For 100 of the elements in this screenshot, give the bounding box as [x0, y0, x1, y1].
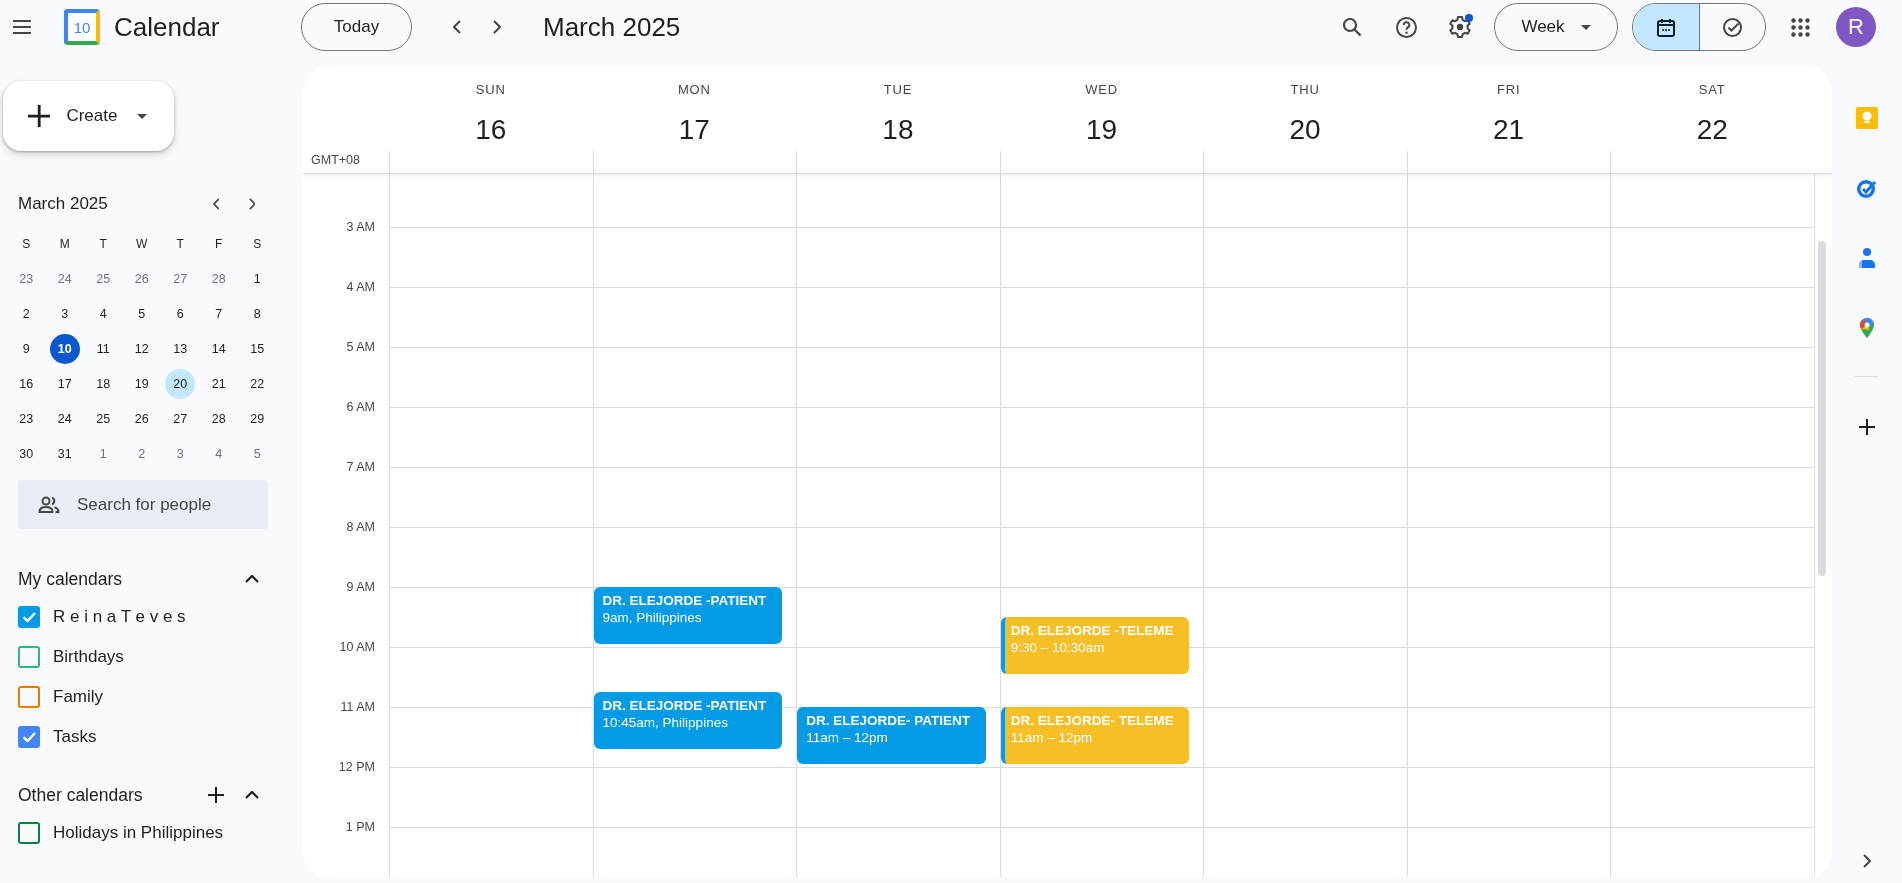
check-circle-icon [1723, 17, 1742, 37]
mini-calendar-day[interactable]: 9 [11, 333, 42, 364]
weekday-label: W [135, 235, 149, 253]
mini-calendar-day[interactable]: 1 [88, 438, 119, 469]
weekday-label: SAT [1698, 82, 1726, 97]
weekday-label: S [252, 235, 263, 253]
day-number[interactable]: 16 [475, 113, 507, 147]
mini-calendar-day[interactable]: 30 [11, 438, 42, 469]
map-pin-icon [1860, 318, 1874, 338]
mini-calendar-day[interactable]: 26 [126, 403, 157, 434]
calendar-name[interactable]: Birthdays [53, 647, 124, 667]
checkbox[interactable] [18, 606, 40, 628]
hour-label: 10 AM [339, 640, 375, 654]
mini-calendar-day[interactable]: 25 [88, 403, 119, 434]
mini-calendar-day[interactable]: 27 [165, 403, 196, 434]
mini-calendar-day[interactable]: 28 [203, 403, 234, 434]
mini-calendar-day[interactable]: 15 [242, 333, 273, 364]
mini-calendar-day[interactable]: 12 [126, 333, 157, 364]
grid-icon [1790, 17, 1810, 37]
mini-calendar-day[interactable]: 13 [165, 333, 196, 364]
mini-calendar-day[interactable]: 2 [11, 298, 42, 329]
mini-calendar-day[interactable]: 18 [88, 368, 119, 399]
weekday-label: T [175, 235, 185, 253]
search-icon [1342, 17, 1362, 37]
mini-calendar-day[interactable]: 24 [49, 263, 80, 294]
person-icon [1859, 248, 1875, 268]
mini-calendar-day[interactable]: 28 [203, 263, 234, 294]
event-time: 10:45am, Philippines [602, 714, 728, 731]
check-circle-icon [1857, 178, 1877, 198]
day-number[interactable]: 19 [1085, 113, 1118, 147]
mini-calendar-day[interactable]: 24 [49, 403, 80, 434]
mini-calendar-day[interactable]: 16 [11, 368, 42, 399]
mini-calendar-day[interactable]: 8 [242, 298, 273, 329]
mini-calendar-day[interactable]: 23 [11, 403, 42, 434]
mini-calendar-day[interactable]: 23 [11, 263, 42, 294]
checkbox[interactable] [18, 726, 40, 748]
calendar-name[interactable]: Holidays in Philippines [53, 823, 224, 843]
scrollbar[interactable] [1818, 241, 1826, 576]
mini-calendar-day[interactable]: 11 [88, 333, 119, 364]
mini-calendar-day[interactable]: 19 [126, 368, 157, 399]
hour-label: 1 PM [345, 820, 375, 834]
avatar[interactable]: R [1836, 7, 1876, 47]
hour-label: 6 AM [346, 400, 375, 414]
weekday-label: FRI [1496, 82, 1521, 97]
plus-icon [28, 104, 51, 128]
event-title: DR. ELEJORDE -PATIENT [602, 592, 767, 609]
mini-calendar-day[interactable]: 5 [242, 438, 273, 469]
timezone-label: GMT+08 [310, 153, 361, 169]
hour-label: 11 AM [340, 700, 375, 714]
mini-calendar-day[interactable]: 3 [165, 438, 196, 469]
weekday-label: TUE [883, 82, 913, 97]
day-number[interactable]: 17 [678, 113, 710, 147]
day-number[interactable]: 21 [1493, 113, 1525, 147]
day-number[interactable]: 18 [882, 113, 914, 147]
mini-calendar-day[interactable]: 20 [165, 368, 196, 399]
people-search-field[interactable]: Search for people [18, 480, 268, 529]
mini-calendar-day[interactable]: 21 [203, 368, 234, 399]
day-number[interactable]: 22 [1696, 113, 1728, 147]
hour-label: 3 AM [346, 220, 375, 234]
mini-calendar-day[interactable]: 4 [203, 438, 234, 469]
plus-icon [1859, 419, 1875, 435]
mini-calendar-day[interactable]: 14 [203, 333, 234, 364]
calendar-name[interactable]: Tasks [53, 727, 97, 747]
mini-calendar-day[interactable]: 7 [203, 298, 234, 329]
mini-calendar-day[interactable]: 31 [49, 438, 80, 469]
mini-calendar-day[interactable]: 5 [126, 298, 157, 329]
event-time: 11am – 12pm [806, 729, 888, 746]
mini-calendar-day[interactable]: 29 [242, 403, 273, 434]
weekday-label: F [214, 235, 224, 253]
mini-calendar-day[interactable]: 25 [88, 263, 119, 294]
mini-calendar-day[interactable]: 4 [88, 298, 119, 329]
checkbox[interactable] [18, 686, 40, 708]
mini-calendar-day[interactable]: 2 [126, 438, 157, 469]
mini-calendar-day[interactable]: 3 [49, 298, 80, 329]
calendar-name[interactable]: R e i n a T e v e s [53, 607, 186, 627]
day-number[interactable]: 20 [1289, 113, 1321, 147]
mini-calendar-day[interactable]: 6 [165, 298, 196, 329]
mini-calendar-day[interactable]: 1 [242, 263, 273, 294]
mini-calendar-day[interactable]: 10 [49, 333, 80, 364]
weekday-label: THU [1290, 82, 1320, 97]
weekday-label: SUN [475, 82, 506, 97]
mini-calendar-day[interactable]: 27 [165, 263, 196, 294]
checkbox[interactable] [18, 646, 40, 668]
calendar-icon [1657, 17, 1675, 37]
mini-calendar-day[interactable]: 22 [242, 368, 273, 399]
checkmark-icon [22, 612, 36, 622]
chevron-up-icon [245, 791, 259, 799]
checkbox[interactable] [18, 822, 40, 844]
calendar-view-button[interactable] [1633, 4, 1699, 50]
section-title: Other calendars [18, 784, 143, 806]
date-range-title: March 2025 [543, 11, 681, 43]
hour-label: 7 AM [346, 460, 375, 474]
event-title: DR. ELEJORDE -TELEME [1010, 622, 1174, 639]
create-button[interactable]: Create [3, 81, 174, 151]
hour-label: 9 AM [346, 580, 375, 594]
mini-calendar-day[interactable]: 26 [126, 263, 157, 294]
chevron-left-icon [212, 198, 220, 210]
calendar-name[interactable]: Family [53, 687, 104, 707]
mini-calendar-day[interactable]: 17 [49, 368, 80, 399]
weekday-label: T [98, 235, 108, 253]
